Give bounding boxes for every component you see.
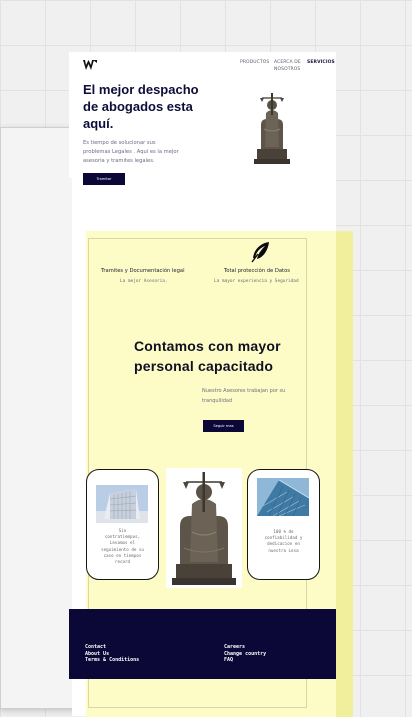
footer-link-faq[interactable]: FAQ [224, 657, 266, 664]
office-building-image [96, 485, 148, 523]
card-text: 100 % de confiabilidad y dedicacion en n… [252, 529, 315, 554]
feature-title-tramites: Tramites y Documentación legal [101, 268, 185, 274]
nav-nosotros[interactable]: NOSOTROS [274, 67, 300, 73]
card-text-line: nuestra Lesa [268, 547, 299, 553]
section-title: Contamos con mayor personal capacitado [134, 336, 304, 376]
section-title-line: Contamos con mayor [134, 338, 281, 354]
section-subtitle-line: Nuestro Asesores trabajan por su [202, 388, 286, 394]
section-title-line: personal capacitado [134, 358, 274, 374]
hero-subtitle-line: problemas Legales . Aqui es la mejor [83, 149, 179, 155]
justice-statue-large-image [166, 468, 242, 588]
feature-subtitle-tramites: La mejor Asesoria. [120, 279, 168, 284]
features-section-edge [336, 231, 353, 717]
info-card-left: Sin contratiempos, Levamos el seguimient… [86, 469, 159, 580]
feather-icon [249, 241, 271, 263]
footer-right-links: Careers Change country FAQ [224, 644, 266, 664]
hero-title-line: de abogados esta [83, 99, 193, 114]
section-subtitle-line: tranquilidad [202, 398, 233, 404]
footer: Contact About Us Terms & Conditions Care… [69, 609, 336, 679]
nav-servicios[interactable]: SERVICIOS [307, 60, 335, 66]
footer-left-links: Contact About Us Terms & Conditions [85, 644, 139, 664]
hero-title: El mejor despacho de abogados esta aquí. [83, 81, 233, 132]
hero-subtitle: Es tiempo de solucionar sus problemas Le… [83, 139, 203, 166]
card-text-line: record [114, 559, 131, 565]
footer-link-terms[interactable]: Terms & Conditions [85, 657, 139, 664]
hero-title-line: El mejor despacho [83, 82, 199, 97]
nav-acerca-de[interactable]: ACERCA DE [274, 60, 301, 66]
card-text: Sin contratiempos, Levamos el seguimient… [91, 528, 154, 565]
nav-productos[interactable]: PRODUCTOS [240, 60, 269, 66]
justice-statue-image [249, 89, 295, 165]
tramitar-button[interactable]: Tramitar [83, 173, 125, 185]
feature-subtitle-proteccion: La mayor experiencia y Seguridad [214, 279, 299, 284]
hero-title-line: aquí. [83, 116, 114, 131]
hero-subtitle-line: Es tiempo de solucionar sus [83, 140, 156, 146]
feature-title-proteccion: Total protección de Datos [224, 268, 290, 274]
seguir-mas-button[interactable]: Seguir mas [203, 420, 244, 432]
brand-logo-icon[interactable] [83, 58, 97, 70]
glass-tower-image [257, 478, 310, 517]
info-card-right: 100 % de confiabilidad y dedicacion en n… [247, 469, 320, 580]
section-subtitle: Nuestro Asesores trabajan por su tranqui… [202, 386, 312, 406]
hero-subtitle-line: asesoria y tramites legales. [83, 158, 155, 164]
